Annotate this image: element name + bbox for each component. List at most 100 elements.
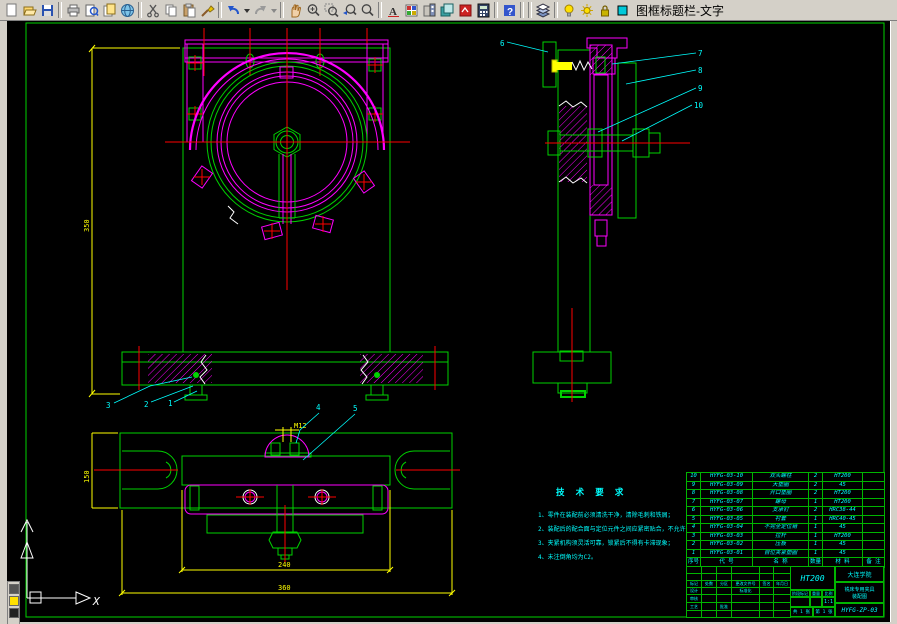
toolbar-separator (280, 2, 284, 18)
toolbar-separator (138, 2, 142, 18)
side-tool-icon[interactable] (8, 584, 19, 594)
pan-icon[interactable] (286, 1, 304, 19)
part-no: 10 (686, 472, 701, 482)
part-name: 支承钉 (752, 506, 809, 516)
part-no: 6 (686, 506, 701, 516)
paste-icon[interactable] (180, 1, 198, 19)
label-mark: 标记 (686, 580, 702, 588)
parts-row: 8 HYFG-03-08 开口垫圈 2 HT200 (686, 489, 885, 499)
clipped-side-toolbar[interactable] (7, 581, 20, 624)
dim-front-height: 350 (83, 219, 91, 232)
undo-menu-icon[interactable] (242, 1, 251, 19)
parts-row: 5 HYFG-03-05 衬套 1 HRC40-45 (686, 514, 885, 524)
label-weight: 重量 (810, 590, 822, 597)
layer-color-swatch[interactable] (614, 1, 632, 19)
zoom-previous-icon[interactable] (340, 1, 358, 19)
label-design: 设计 (686, 587, 702, 595)
part-code: HYFG-03-10 (700, 472, 753, 482)
layer-on-bulb-icon[interactable] (560, 1, 578, 19)
label-stage: 阶段标记 (790, 590, 810, 597)
part-code: HYFG-03-05 (700, 514, 753, 524)
ucs-x-label: X (92, 595, 101, 608)
save-icon[interactable] (38, 1, 56, 19)
side-color-swatch[interactable] (8, 596, 19, 606)
parts-row: 4 HYFG-03-04 不完全定位销 1 45 (686, 523, 885, 533)
tech-req-line-3: 3、夹紧机构须灵活可靠，锁紧后不得有卡滞现象； (538, 539, 674, 547)
parts-row: 6 HYFG-03-06 支承钉 2 HRC38-44 (686, 506, 885, 516)
drawing-title-line1: 铣床专用夹具 (844, 586, 875, 593)
dim-plan-inner-width: 240 (278, 561, 291, 569)
toolbar-separator (528, 2, 532, 18)
toolbar-separator (494, 2, 498, 18)
new-icon[interactable] (2, 1, 20, 19)
ucs-icon: X (20, 518, 101, 608)
properties-icon[interactable] (420, 1, 438, 19)
parts-row: 2 HYFG-03-02 压板 1 45 (686, 540, 885, 550)
plot-icon[interactable] (64, 1, 82, 19)
quick-calc-icon[interactable] (474, 1, 492, 19)
tech-req-line-4: 4、未注倒角均为C2。 (538, 553, 597, 561)
publish-icon[interactable] (100, 1, 118, 19)
zoom-icon[interactable] (358, 1, 376, 19)
match-properties-icon[interactable] (198, 1, 216, 19)
part-material: HT200 (822, 531, 863, 541)
part-qty: 1 (808, 514, 823, 524)
part-no: 2 (686, 540, 701, 550)
svg-text:?: ? (507, 7, 513, 18)
part-code: HYFG-03-01 (700, 548, 753, 558)
drawing-number-cell: HYFG-ZP-03 (835, 603, 884, 617)
part-qty: 2 (808, 472, 823, 482)
part-note (862, 480, 885, 490)
part-name: 压板 (752, 540, 809, 550)
part-qty: 1 (808, 497, 823, 507)
part-note (862, 540, 885, 550)
plot-preview-icon[interactable] (82, 1, 100, 19)
label-process: 工艺 (686, 602, 702, 611)
undo-icon[interactable] (224, 1, 242, 19)
part-code: HYFG-03-07 (700, 497, 753, 507)
part-qty: 1 (808, 523, 823, 533)
layer-name-display[interactable]: 图框标题栏-文字 (636, 2, 724, 19)
revision-grid: 标记 处数 分区 更改文件号 签名 年月日 设计 标准化 审核 工艺 批准 (686, 566, 791, 618)
front-view: 350 3 2 1 (83, 28, 449, 410)
part-code: HYFG-03-08 (700, 489, 753, 499)
layer-thaw-sun-icon[interactable] (578, 1, 596, 19)
markup-set-icon[interactable] (456, 1, 474, 19)
part-note (862, 531, 885, 541)
copy-icon[interactable] (162, 1, 180, 19)
part-note (862, 472, 885, 482)
side-tool-icon[interactable] (8, 608, 19, 618)
part-qty: 2 (808, 489, 823, 499)
dim-plan-outer-width: 360 (278, 584, 291, 592)
redo-menu-icon[interactable] (269, 1, 278, 19)
layer-lock-icon[interactable] (596, 1, 614, 19)
part-code: HYFG-03-06 (700, 506, 753, 516)
zoom-window-icon[interactable] (322, 1, 340, 19)
part-no: 8 (686, 489, 701, 499)
toolbar-separator (218, 2, 222, 18)
layers-icon[interactable] (534, 1, 552, 19)
callout-9: 9 (698, 84, 703, 93)
publish-to-web-icon[interactable] (118, 1, 136, 19)
text-style-icon[interactable]: A (384, 1, 402, 19)
part-note (862, 497, 885, 507)
layer-properties-icon[interactable] (402, 1, 420, 19)
label-count: 处数 (701, 580, 717, 588)
part-no: 7 (686, 497, 701, 507)
design-center-icon[interactable] (438, 1, 456, 19)
open-icon[interactable] (20, 1, 38, 19)
drawing-canvas[interactable]: 350 3 2 1 6 7 8 9 10 M12 150 240 360 4 5… (7, 21, 891, 624)
callout-10: 10 (694, 101, 704, 110)
part-qty: 1 (808, 548, 823, 558)
part-code: HYFG-03-03 (700, 531, 753, 541)
callout-4: 4 (316, 403, 321, 412)
sheet-total: 共 1 张 (790, 607, 813, 617)
cut-icon[interactable] (144, 1, 162, 19)
zoom-realtime-icon[interactable] (304, 1, 322, 19)
redo-icon[interactable] (251, 1, 269, 19)
part-no: 9 (686, 480, 701, 490)
part-name: 开口垫圈 (752, 489, 809, 499)
callout-5: 5 (353, 404, 358, 413)
help-icon[interactable]: ? (500, 1, 518, 19)
parts-row: 3 HYFG-03-03 拉杆 1 HT200 (686, 531, 885, 541)
